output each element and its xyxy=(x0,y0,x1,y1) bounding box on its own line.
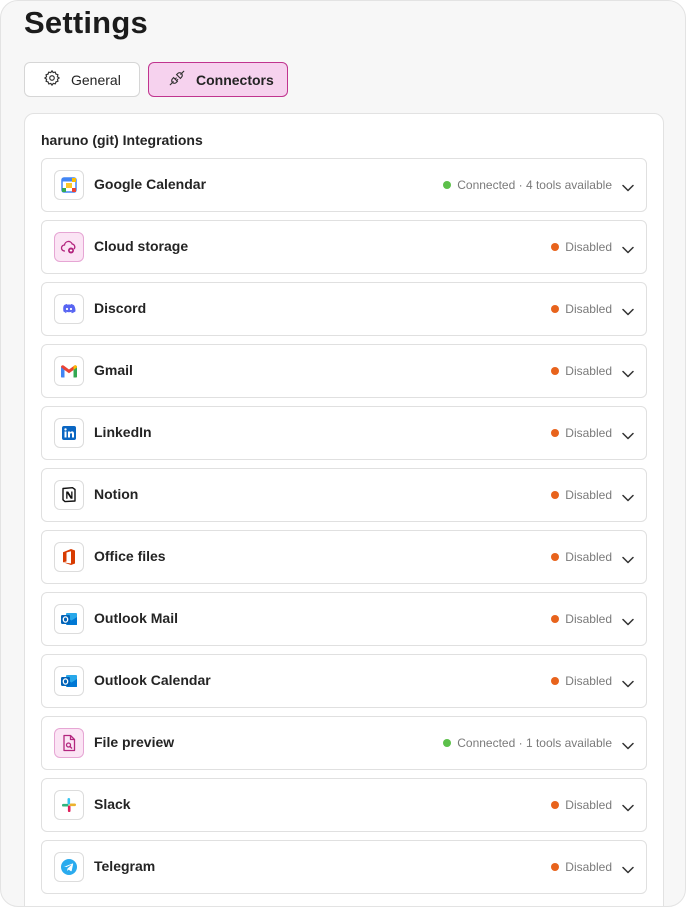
integrations-panel: haruno (git) Integrations Google Calenda… xyxy=(24,113,664,906)
outlook-mail-icon xyxy=(54,604,84,634)
status-text: Connected · 1 tools available xyxy=(457,736,612,750)
status-dot xyxy=(551,243,560,251)
connector-label: Discord xyxy=(94,300,147,316)
connector-label: Notion xyxy=(94,486,139,502)
connector-status: Disabled xyxy=(551,674,612,688)
chevron-down-icon[interactable] xyxy=(622,427,634,445)
connector-row-notion[interactable]: Notion Disabled xyxy=(41,468,647,522)
connector-row-office[interactable]: Office files Disabled xyxy=(41,530,647,584)
status-text: Disabled xyxy=(565,550,612,564)
connector-status: Disabled xyxy=(551,612,612,626)
connector-status: Disabled xyxy=(551,302,612,316)
connector-status: Disabled xyxy=(551,860,612,874)
status-dot xyxy=(443,739,452,747)
connector-row-outlook-mail[interactable]: Outlook Mail Disabled xyxy=(41,592,647,646)
linkedin-icon xyxy=(54,418,84,448)
connector-status: Disabled xyxy=(551,550,612,564)
connector-status: Disabled xyxy=(551,240,612,254)
connector-row-gmail[interactable]: Gmail Disabled xyxy=(41,344,647,398)
chevron-down-icon[interactable] xyxy=(622,365,634,383)
connector-label: Outlook Mail xyxy=(94,610,178,626)
status-dot xyxy=(551,429,560,437)
tab-general-label: General xyxy=(71,71,121,88)
discord-icon xyxy=(54,294,84,324)
status-text: Disabled xyxy=(565,488,612,502)
connector-status: Connected · 1 tools available xyxy=(443,736,612,750)
gmail-icon xyxy=(54,356,84,386)
status-dot xyxy=(551,863,560,871)
connector-row-discord[interactable]: Discord Disabled xyxy=(41,282,647,336)
connector-label: LinkedIn xyxy=(94,424,152,440)
status-text: Disabled xyxy=(565,364,612,378)
connector-status: Disabled xyxy=(551,426,612,440)
status-text: Disabled xyxy=(565,302,612,316)
status-text: Disabled xyxy=(565,240,612,254)
chevron-down-icon[interactable] xyxy=(622,613,634,631)
connector-list: Google Calendar Connected · 4 tools avail… xyxy=(41,158,647,902)
chevron-down-icon[interactable] xyxy=(622,551,634,569)
connector-row-telegram[interactable]: Telegram Disabled xyxy=(41,840,647,894)
connector-status: Disabled xyxy=(551,488,612,502)
chevron-down-icon[interactable] xyxy=(622,241,634,259)
connector-label: Office files xyxy=(94,548,166,564)
chevron-down-icon[interactable] xyxy=(622,303,634,321)
chevron-down-icon[interactable] xyxy=(622,737,634,755)
gear-icon xyxy=(43,69,61,90)
chevron-down-icon[interactable] xyxy=(622,675,634,693)
status-text: Disabled xyxy=(565,860,612,874)
office-icon xyxy=(54,542,84,572)
google-calendar-icon xyxy=(54,170,84,200)
settings-window: Settings General Connectors haruno (git)… xyxy=(0,0,686,907)
connector-row-outlook-calendar[interactable]: Outlook Calendar Disabled xyxy=(41,654,647,708)
status-text: Disabled xyxy=(565,798,612,812)
connector-row-linkedin[interactable]: LinkedIn Disabled xyxy=(41,406,647,460)
status-dot xyxy=(551,553,560,561)
connector-row-slack[interactable]: Slack Disabled xyxy=(41,778,647,832)
chevron-down-icon[interactable] xyxy=(622,799,634,817)
status-dot xyxy=(551,491,560,499)
page-title: Settings xyxy=(24,5,148,40)
connector-label: Slack xyxy=(94,796,131,812)
connector-status: Disabled xyxy=(551,364,612,378)
telegram-icon xyxy=(54,852,84,882)
connector-status: Connected · 4 tools available xyxy=(443,178,612,192)
panel-title: haruno (git) Integrations xyxy=(41,132,203,148)
chevron-down-icon[interactable] xyxy=(622,489,634,507)
status-dot xyxy=(551,677,560,685)
connector-status: Disabled xyxy=(551,798,612,812)
chevron-down-icon[interactable] xyxy=(622,861,634,879)
settings-tabs: General Connectors xyxy=(24,62,288,97)
status-dot xyxy=(551,367,560,375)
status-text: Disabled xyxy=(565,674,612,688)
connector-label: Google Calendar xyxy=(94,176,207,192)
tab-connectors[interactable]: Connectors xyxy=(148,62,288,97)
tab-connectors-label: Connectors xyxy=(196,71,274,88)
slack-icon xyxy=(54,790,84,820)
status-text: Connected · 4 tools available xyxy=(457,178,612,192)
connector-label: Cloud storage xyxy=(94,238,189,254)
connector-label: Telegram xyxy=(94,858,156,874)
status-dot xyxy=(551,305,560,313)
connector-label: Outlook Calendar xyxy=(94,672,211,688)
status-text: Disabled xyxy=(565,426,612,440)
connector-label: Gmail xyxy=(94,362,133,378)
tab-general[interactable]: General xyxy=(24,62,140,97)
status-text: Disabled xyxy=(565,612,612,626)
cloud-storage-icon xyxy=(54,232,84,262)
status-dot xyxy=(443,181,452,189)
status-dot xyxy=(551,615,560,623)
chevron-down-icon[interactable] xyxy=(622,179,634,197)
plug-icon xyxy=(168,69,186,90)
notion-icon xyxy=(54,480,84,510)
connector-row-google-calendar[interactable]: Google Calendar Connected · 4 tools avail… xyxy=(41,158,647,212)
outlook-calendar-icon xyxy=(54,666,84,696)
connector-row-cloud-storage[interactable]: Cloud storage Disabled xyxy=(41,220,647,274)
connector-label: File preview xyxy=(94,734,175,750)
connector-row-file-preview[interactable]: File preview Connected · 1 tools availabl… xyxy=(41,716,647,770)
status-dot xyxy=(551,801,560,809)
file-preview-icon xyxy=(54,728,84,758)
